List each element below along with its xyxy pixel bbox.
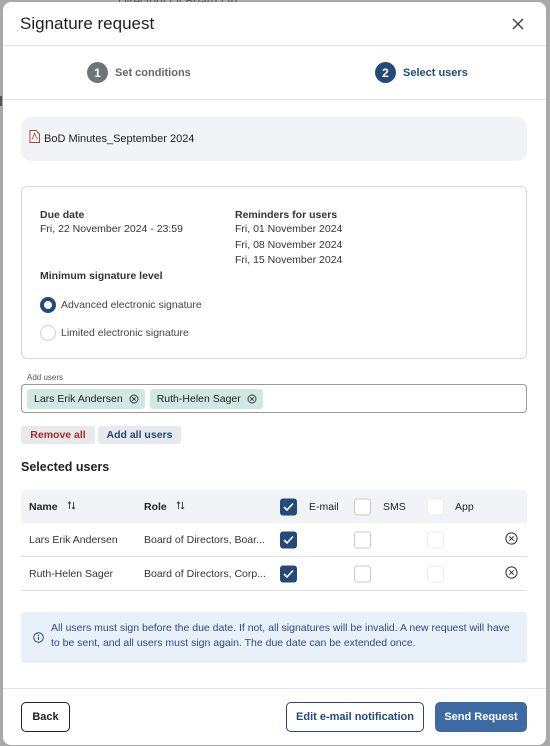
sort-icon[interactable] xyxy=(67,500,76,513)
user-role: Board of Directors, Corp... xyxy=(144,567,266,580)
radio-button[interactable] xyxy=(40,325,56,341)
step-set-conditions[interactable]: 1 Set conditions xyxy=(87,62,191,83)
radio-label: Limited electronic signature xyxy=(61,327,189,339)
app-checkbox xyxy=(427,565,444,582)
reminder-date: Fri, 15 November 2024 xyxy=(235,254,343,266)
user-chip: Lars Erik Andersen xyxy=(27,388,145,409)
radio-button-checked[interactable] xyxy=(40,297,56,313)
dialog-title: Signature request xyxy=(20,13,155,33)
email-checkbox[interactable] xyxy=(280,565,297,582)
email-checkbox[interactable] xyxy=(280,531,297,548)
column-role-header[interactable]: Role xyxy=(144,500,185,512)
step-number: 1 xyxy=(87,62,108,83)
stepper: 1 Set conditions 2 Select users xyxy=(3,46,546,100)
selected-users-title: Selected users xyxy=(21,460,110,474)
remove-user-icon[interactable] xyxy=(505,531,518,548)
min-signature-level-label: Minimum signature level xyxy=(40,270,163,282)
step-select-users[interactable]: 2 Select users xyxy=(375,62,468,83)
document-card: BoD Minutes_September 2024 xyxy=(21,117,527,161)
reminder-date: Fri, 08 November 2024 xyxy=(235,238,343,251)
sms-all-checkbox[interactable] xyxy=(354,498,371,515)
conditions-summary: Due date Fri, 22 November 2024 - 23:59 R… xyxy=(21,186,527,359)
reminders-label: Reminders for users xyxy=(235,209,338,221)
due-date-label: Due date xyxy=(40,209,85,221)
close-icon[interactable] xyxy=(508,14,528,34)
app-checkbox xyxy=(427,531,444,548)
user-role: Board of Directors, Boar... xyxy=(144,533,265,546)
reminder-date: Fri, 01 November 2024 xyxy=(235,223,343,235)
sms-checkbox[interactable] xyxy=(354,565,371,582)
info-notice: All users must sign before the due date.… xyxy=(21,612,527,663)
back-button[interactable]: Back xyxy=(21,702,70,732)
user-name: Lars Erik Andersen xyxy=(29,533,118,546)
dialog-header: Signature request xyxy=(3,2,546,46)
table-header: Name Role E-mail SMS App xyxy=(21,490,527,523)
document-name: BoD Minutes_September 2024 xyxy=(44,133,195,145)
info-icon xyxy=(33,630,44,648)
email-all-checkbox[interactable] xyxy=(280,498,297,515)
edit-email-notification-button[interactable]: Edit e-mail notification xyxy=(286,702,424,732)
radio-label: Advanced electronic signature xyxy=(61,299,202,311)
selected-users-table: Name Role E-mail SMS App Lars Erik Ander… xyxy=(21,490,527,591)
background-mark xyxy=(0,96,2,106)
sort-icon[interactable] xyxy=(176,500,185,513)
user-chip: Ruth-Helen Sager xyxy=(149,388,263,409)
remove-all-button[interactable]: Remove all xyxy=(21,426,95,444)
chip-label: Lars Erik Andersen xyxy=(34,392,123,405)
column-label: Role xyxy=(144,500,167,513)
column-label: Name xyxy=(29,500,58,513)
add-users-input[interactable]: Lars Erik Andersen Ruth-Helen Sager xyxy=(21,384,527,413)
step-label: Set conditions xyxy=(115,66,191,79)
column-sms-label: SMS xyxy=(383,500,406,513)
radio-limited-signature[interactable]: Limited electronic signature xyxy=(40,325,189,341)
column-email-label: E-mail xyxy=(309,500,339,513)
chip-label: Ruth-Helen Sager xyxy=(156,392,241,405)
remove-chip-icon[interactable] xyxy=(129,394,139,404)
step-label: Select users xyxy=(403,66,468,79)
column-app-label: App xyxy=(455,500,474,513)
table-row: Lars Erik Andersen Board of Directors, B… xyxy=(21,523,527,557)
sms-checkbox[interactable] xyxy=(354,531,371,548)
pdf-icon xyxy=(29,130,40,148)
info-text: All users must sign before the due date.… xyxy=(51,622,510,649)
add-all-users-button[interactable]: Add all users xyxy=(98,426,181,444)
signature-request-dialog: Signature request 1 Set conditions 2 Sel… xyxy=(3,2,546,745)
remove-chip-icon[interactable] xyxy=(247,394,257,404)
app-all-checkbox xyxy=(427,498,444,515)
column-name-header[interactable]: Name xyxy=(29,500,76,512)
add-users-label: Add users xyxy=(27,373,64,382)
remove-user-icon[interactable] xyxy=(505,565,518,582)
radio-advanced-signature[interactable]: Advanced electronic signature xyxy=(40,297,202,313)
table-row: Ruth-Helen Sager Board of Directors, Cor… xyxy=(21,557,527,591)
send-request-button[interactable]: Send Request xyxy=(435,702,527,732)
dialog-footer: Back Edit e-mail notification Send Reque… xyxy=(3,688,546,745)
user-name: Ruth-Helen Sager xyxy=(29,567,114,580)
step-number: 2 xyxy=(375,62,396,83)
due-date-value: Fri, 22 November 2024 - 23:59 xyxy=(40,223,183,235)
